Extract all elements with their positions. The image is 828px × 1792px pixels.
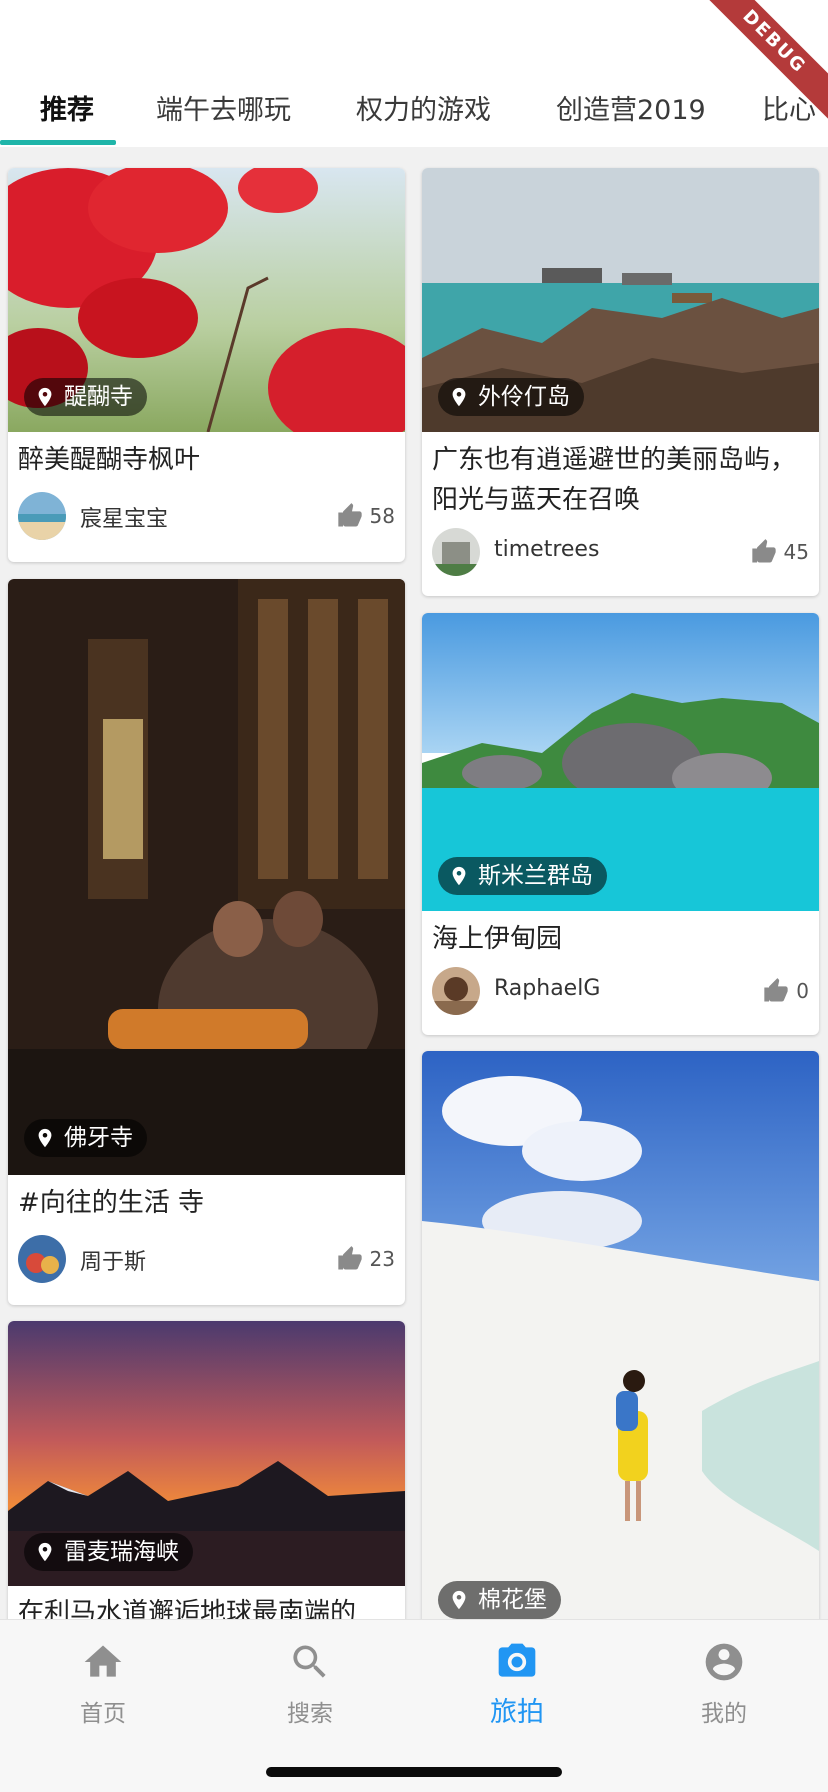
travel-card[interactable]: 斯米兰群岛 海上伊甸园 RaphaelG 0 <box>422 613 819 1035</box>
like-count-value: 23 <box>369 1247 395 1271</box>
location-pin-icon <box>38 1128 52 1148</box>
card-title: 海上伊甸园 <box>432 924 563 954</box>
like-count[interactable]: 45 <box>750 538 809 566</box>
nav-label: 旅拍 <box>490 1697 544 1728</box>
travel-card[interactable]: 佛牙寺 #向往的生活 寺 周于斯 23 <box>8 579 405 1305</box>
location-badge: 雷麦瑞海峡 <box>24 1533 193 1571</box>
travel-card[interactable]: 棉花堡 <box>422 1051 819 1651</box>
location-pin-icon <box>38 1542 52 1562</box>
like-count-value: 45 <box>783 540 809 564</box>
like-count-value: 58 <box>369 504 395 528</box>
username[interactable]: timetrees <box>494 537 599 562</box>
username[interactable]: 宸星宝宝 <box>80 501 168 533</box>
like-count[interactable]: 0 <box>762 977 809 1005</box>
nav-label: 首页 <box>80 1701 126 1727</box>
location-label: 棉花堡 <box>478 1587 547 1613</box>
tab-recommend[interactable]: 推荐 <box>40 88 94 127</box>
avatar[interactable] <box>18 492 66 540</box>
tab-game-of-thrones[interactable]: 权力的游戏 <box>356 88 491 127</box>
like-count-value: 0 <box>796 979 809 1003</box>
location-pin-icon <box>452 387 466 407</box>
like-count[interactable]: 23 <box>336 1245 395 1273</box>
location-badge: 棉花堡 <box>438 1581 561 1619</box>
nav-label: 我的 <box>701 1701 747 1727</box>
card-meta: RaphaelG 0 <box>432 967 809 1015</box>
category-tab-bar: 推荐 端午去哪玩 权力的游戏 创造营2019 比心 <box>0 0 828 147</box>
location-badge: 醍醐寺 <box>24 378 147 416</box>
location-pin-icon <box>452 1590 466 1610</box>
travel-card[interactable]: 雷麦瑞海峡 在利马水道邂逅地球最南端的 <box>8 1321 405 1651</box>
thumbs-up-icon <box>764 978 788 1002</box>
travel-card[interactable]: 醍醐寺 醉美醍醐寺枫叶 宸星宝宝 58 <box>8 168 405 562</box>
location-label: 斯米兰群岛 <box>478 863 593 889</box>
search-icon <box>293 1645 326 1678</box>
card-title: 广东也有逍遥避世的美丽岛屿，阳光与蓝天在召唤 <box>432 445 797 515</box>
location-label: 外伶仃岛 <box>478 384 570 410</box>
tab-produce-camp[interactable]: 创造营2019 <box>556 88 706 127</box>
thumbs-up-icon <box>337 1246 362 1270</box>
tab-dragon-boat[interactable]: 端午去哪玩 <box>156 88 291 127</box>
like-count[interactable]: 58 <box>336 502 395 530</box>
location-pin-icon <box>38 387 52 407</box>
username[interactable]: 周于斯 <box>80 1244 146 1276</box>
nav-travel-photo[interactable]: 旅拍 <box>457 1640 577 1729</box>
location-badge: 斯米兰群岛 <box>438 857 607 895</box>
avatar[interactable] <box>18 1235 66 1283</box>
home-indicator[interactable] <box>266 1767 562 1777</box>
location-pin-icon <box>452 866 466 886</box>
location-badge: 佛牙寺 <box>24 1119 147 1157</box>
travel-card[interactable]: 外伶仃岛 广东也有逍遥避世的美丽岛屿，阳光与蓝天在召唤 timetrees 45 <box>422 168 819 596</box>
nav-home[interactable]: 首页 <box>43 1640 163 1728</box>
location-badge: 外伶仃岛 <box>438 378 584 416</box>
location-label: 醍醐寺 <box>64 384 133 410</box>
camera-icon <box>498 1643 536 1677</box>
thumbs-up-icon <box>337 503 362 527</box>
location-label: 雷麦瑞海峡 <box>64 1539 179 1565</box>
nav-search[interactable]: 搜索 <box>250 1640 370 1728</box>
nav-profile[interactable]: 我的 <box>664 1640 784 1728</box>
card-title: #向往的生活 寺 <box>18 1188 205 1218</box>
avatar[interactable] <box>432 967 480 1015</box>
card-title: 醉美醍醐寺枫叶 <box>18 445 201 475</box>
card-meta: 周于斯 23 <box>18 1235 395 1283</box>
app-screen: 推荐 端午去哪玩 权力的游戏 创造营2019 比心 DEBUG 醍醐寺 醉美醍醐… <box>0 0 828 1792</box>
account-icon <box>705 1643 743 1681</box>
avatar[interactable] <box>432 528 480 576</box>
card-meta: 宸星宝宝 58 <box>18 492 395 540</box>
nav-label: 搜索 <box>287 1701 333 1727</box>
home-icon <box>84 1645 122 1677</box>
card-meta: timetrees 45 <box>432 528 809 576</box>
thumbs-up-icon <box>751 539 776 563</box>
username[interactable]: RaphaelG <box>494 976 600 1001</box>
location-label: 佛牙寺 <box>64 1125 133 1151</box>
active-tab-indicator <box>0 140 116 145</box>
white-travertine-photo <box>422 1051 819 1651</box>
temple-worshippers-photo <box>8 579 405 1175</box>
